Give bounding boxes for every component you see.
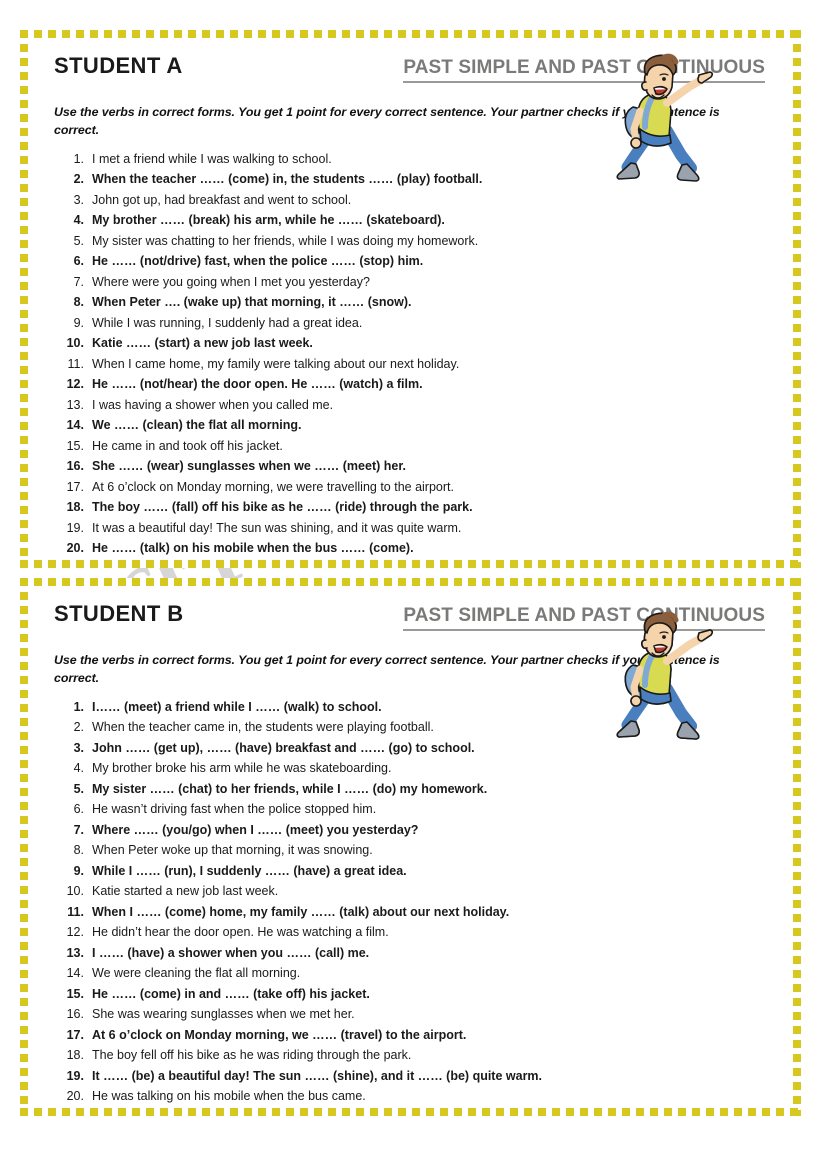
sentence-item: When the teacher …… (come) in, the stude… [54, 172, 483, 187]
sentence-item: He …… (come) in and …… (take off) his ja… [54, 986, 370, 1001]
student-label: STUDENT B [54, 601, 184, 626]
sentence-item: He came in and took off his jacket. [54, 438, 283, 453]
sentence-item: We …… (clean) the flat all morning. [54, 418, 302, 433]
sentence-item: He …… (talk) on his mobile when the bus … [54, 541, 414, 556]
sentence-item: He wasn’t driving fast when the police s… [54, 802, 377, 817]
sentence-item: I…… (meet) a friend while I …… (walk) to… [54, 699, 382, 714]
sentence-item: She …… (wear) sunglasses when we …… (mee… [54, 459, 406, 474]
worksheet-section-student-b: STUDENT B PAST SIMPLE AND PAST CONTINUOU… [20, 578, 801, 1116]
sentence-item: He …… (not/hear) the door open. He …… (w… [54, 377, 423, 392]
sentence-item: My sister was chatting to her friends, w… [54, 233, 479, 248]
worksheet-section-student-a: STUDENT A PAST SIMPLE AND PAST CONTINUOU… [20, 30, 801, 568]
sentence-item: She was wearing sunglasses when we met h… [54, 1007, 355, 1022]
sentence-item: He …… (not/drive) fast, when the police … [54, 254, 424, 269]
sentence-item: My sister …… (chat) to her friends, whil… [54, 781, 488, 796]
sentence-list: I met a friend while I was walking to sc… [54, 149, 614, 559]
running-schoolboy-illustration [616, 53, 714, 182]
sentence-item: I met a friend while I was walking to sc… [54, 151, 332, 166]
sentence-item: While I …… (run), I suddenly …… (have) a… [54, 863, 407, 878]
sentence-item: When the teacher came in, the students w… [54, 720, 434, 735]
sentence-item: I …… (have) a shower when you …… (call) … [54, 945, 370, 960]
running-schoolboy-illustration [609, 609, 717, 745]
sentence-item: He was talking on his mobile when the bu… [54, 1089, 366, 1104]
sentence-item: He didn’t hear the door open. He was wat… [54, 925, 389, 940]
sentence-item: My brother …… (break) his arm, while he … [54, 213, 445, 228]
sentence-item: It …… (be) a beautiful day! The sun …… (… [54, 1068, 543, 1083]
sentence-item: We were cleaning the flat all morning. [54, 966, 301, 981]
sentence-item: Where …… (you/go) when I …… (meet) you y… [54, 822, 419, 837]
sentence-item: I was having a shower when you called me… [54, 397, 334, 412]
sentence-item: Where were you going when I met you yest… [54, 274, 370, 289]
sentence-item: The boy …… (fall) off his bike as he …… … [54, 500, 473, 515]
sentence-item: At 6 o’clock on Monday morning, we were … [54, 479, 454, 494]
sentence-item: John got up, had breakfast and went to s… [54, 192, 352, 207]
sentence-item: The boy fell off his bike as he was ridi… [54, 1048, 412, 1063]
sentence-list: I…… (meet) a friend while I …… (walk) to… [54, 697, 614, 1107]
sentence-item: When I came home, my family were talking… [54, 356, 460, 371]
sentence-item: It was a beautiful day! The sun was shin… [54, 520, 462, 535]
sentence-item: When Peter …. (wake up) that morning, it… [54, 295, 412, 310]
sentence-item: When Peter woke up that morning, it was … [54, 843, 373, 858]
sentence-item: My brother broke his arm while he was sk… [54, 761, 392, 776]
sentence-item: At 6 o’clock on Monday morning, we …… (t… [54, 1027, 467, 1042]
sentence-item: While I was running, I suddenly had a gr… [54, 315, 363, 330]
sentence-item: John …… (get up), …… (have) breakfast an… [54, 740, 475, 755]
sentence-item: Katie started a new job last week. [54, 884, 279, 899]
sentence-item: When I …… (come) home, my family …… (tal… [54, 904, 510, 919]
sentence-item: Katie …… (start) a new job last week. [54, 336, 313, 351]
student-label: STUDENT A [54, 53, 183, 78]
